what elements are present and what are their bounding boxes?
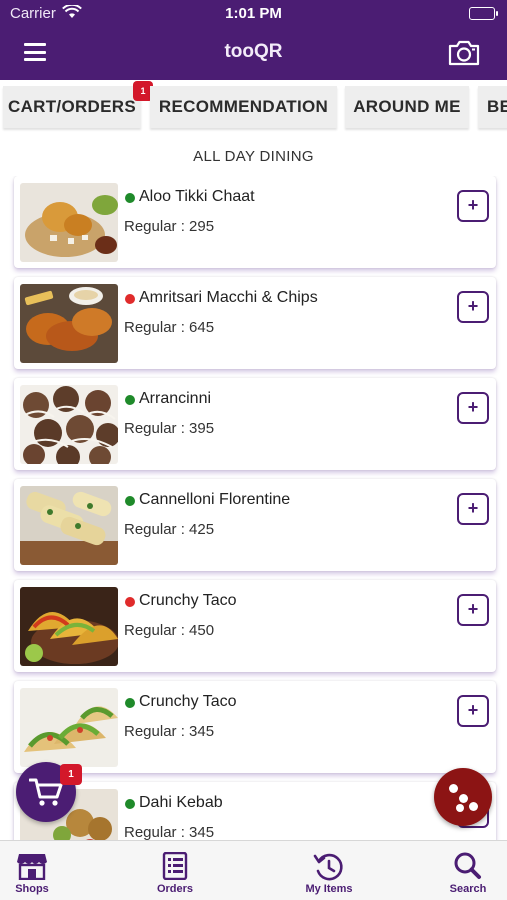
menu-item-card[interactable]: Amritsari Macchi & Chips Regular : 645 + (14, 277, 496, 369)
tab-label: AROUND ME (353, 97, 461, 116)
nav-label: Orders (156, 883, 194, 895)
clock: 1:01 PM (225, 5, 282, 22)
nav-search[interactable]: Search (428, 841, 507, 900)
item-name: Amritsari Macchi & Chips (139, 289, 318, 306)
receipt-list-icon (162, 852, 188, 880)
category-tabs: CART/ORDERS 1 RECOMMENDATION AROUND ME B… (0, 80, 507, 140)
menu-item-card[interactable]: Dahi Kebab Regular : 345 + (14, 782, 496, 840)
veg-indicator (125, 193, 135, 203)
menu-item-card[interactable]: Arrancinni Regular : 395 + (14, 378, 496, 470)
app-title: tooQR (224, 41, 283, 62)
item-name: Crunchy Taco (139, 592, 237, 609)
app-screen: Carrier 1:01 PM tooQR CART/ORDERS 1 RECO… (0, 0, 507, 900)
add-item-button[interactable]: + (457, 493, 489, 525)
menu-item-card[interactable]: Cannelloni Florentine Regular : 425 + (14, 479, 496, 571)
tab-partial[interactable]: BE (478, 86, 507, 128)
status-bar: Carrier 1:01 PM (0, 0, 507, 28)
nav-label: Search (449, 883, 487, 895)
tab-label: CART/ORDERS (8, 97, 136, 116)
food-image (20, 284, 118, 363)
store-icon (17, 854, 47, 880)
veg-indicator (125, 698, 135, 708)
item-price: Regular : 450 (124, 622, 215, 639)
veg-indicator (125, 496, 135, 506)
item-price: Regular : 345 (124, 824, 215, 840)
top-bar: Carrier 1:01 PM tooQR (0, 0, 507, 80)
add-item-button[interactable]: + (457, 392, 489, 424)
item-name: Aloo Tikki Chaat (139, 188, 255, 205)
food-image (20, 385, 118, 464)
search-icon (454, 852, 481, 879)
camera-icon[interactable] (447, 39, 481, 67)
veg-indicator (125, 395, 135, 405)
food-image (20, 486, 118, 565)
food-image (20, 688, 118, 767)
item-price: Regular : 645 (124, 319, 215, 336)
nonveg-indicator (125, 294, 135, 304)
nonveg-indicator (125, 597, 135, 607)
food-image (20, 183, 118, 262)
menu-item-card[interactable]: Crunchy Taco Regular : 450 + (14, 580, 496, 672)
section-title: ALL DAY DINING (193, 148, 314, 165)
nav-label: Shops (15, 883, 49, 895)
battery-icon (469, 7, 498, 20)
bottom-tab-bar: Shops Orders My Items Search (0, 840, 507, 900)
item-name: Arrancinni (139, 390, 212, 407)
item-price: Regular : 425 (124, 521, 215, 538)
nav-my-items[interactable]: My Items (289, 841, 369, 900)
tab-cart-orders[interactable]: CART/ORDERS (3, 86, 141, 128)
menu-item-card[interactable]: Crunchy Taco Regular : 345 + (14, 681, 496, 773)
tab-label: RECOMMENDATION (158, 97, 329, 116)
tab-recommendation[interactable]: RECOMMENDATION (150, 86, 337, 128)
item-name: Cannelloni Florentine (139, 491, 291, 508)
food-image (20, 587, 118, 666)
nav-orders[interactable]: Orders (135, 841, 215, 900)
add-item-button[interactable]: + (457, 291, 489, 323)
add-item-button[interactable]: + (457, 190, 489, 222)
menu-list: Aloo Tikki Chaat Regular : 295 + Amritsa… (0, 176, 507, 840)
item-price: Regular : 345 (124, 723, 215, 740)
shopping-cart-icon (29, 778, 63, 806)
nav-shops[interactable]: Shops (0, 841, 72, 900)
menu-item-card[interactable]: Aloo Tikki Chaat Regular : 295 + (14, 176, 496, 268)
nav-label: My Items (305, 883, 353, 895)
history-clock-icon (313, 853, 343, 881)
tab-label: BE (487, 97, 507, 116)
veg-indicator (125, 799, 135, 809)
item-name: Crunchy Taco (139, 693, 237, 710)
add-item-button[interactable]: + (457, 695, 489, 727)
nav-bar: tooQR (0, 28, 507, 80)
item-price: Regular : 295 (124, 218, 215, 235)
item-name: Dahi Kebab (139, 794, 223, 811)
cart-fab-badge: 1 (60, 764, 82, 785)
item-price: Regular : 395 (124, 420, 215, 437)
tab-around-me[interactable]: AROUND ME (345, 86, 469, 128)
add-item-button[interactable]: + (457, 594, 489, 626)
dice-fab[interactable] (434, 768, 492, 826)
